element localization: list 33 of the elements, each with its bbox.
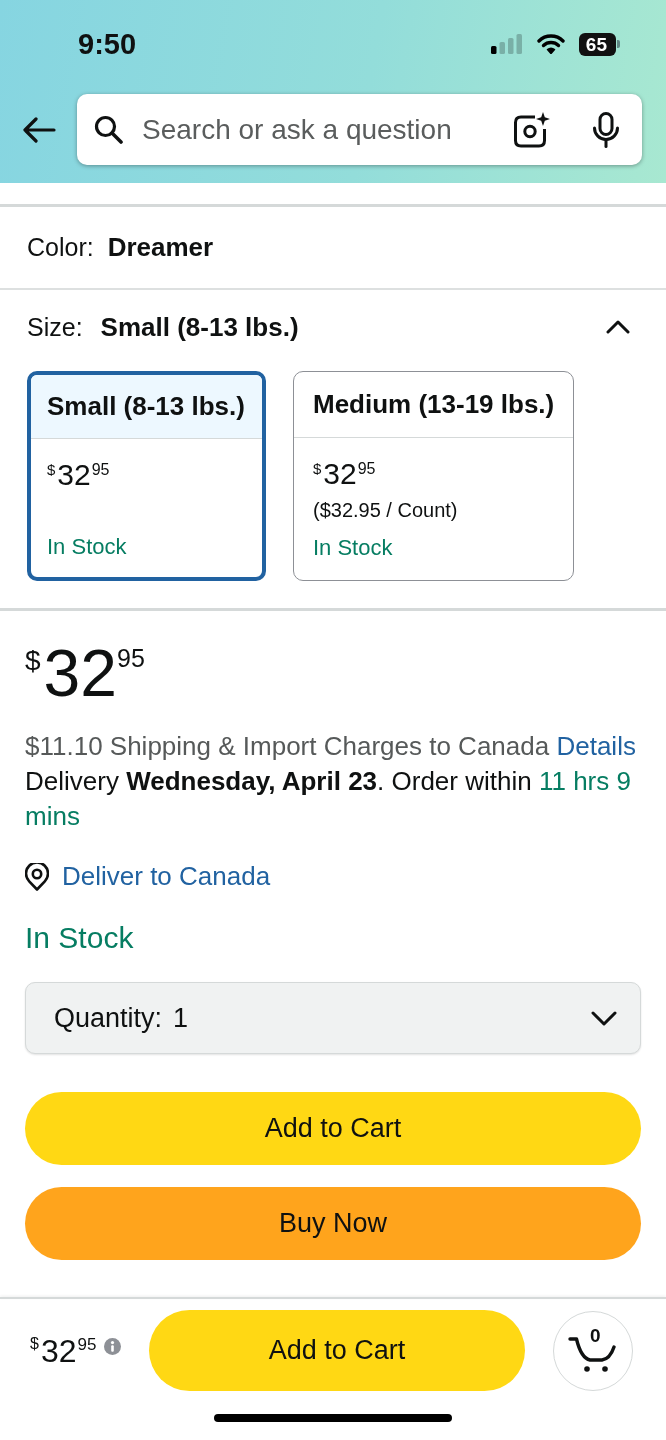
option-label: Size: (27, 312, 83, 342)
shipping-text: $11.10 Shipping & Import Charges to Canada Details (25, 730, 637, 763)
option-label: Color: (27, 233, 94, 262)
size-option-title: Small (8-13 lbs.) (31, 375, 262, 439)
cart-button[interactable]: 0 (553, 1310, 633, 1391)
battery-indicator: 65 (578, 32, 620, 56)
option-value: Dreamer (107, 232, 214, 263)
delivery-text: Delivery Wednesday, April 23. Order within 11 hrs 9 mins (25, 765, 632, 833)
details-link[interactable]: Details (556, 731, 636, 761)
wifi-icon (536, 34, 565, 54)
stock-status: In Stock (25, 920, 135, 956)
size-option-title: Medium (13-19 lbs.) (293, 372, 574, 438)
search-input[interactable]: Search or ask a question (142, 113, 505, 146)
chevron-up-icon[interactable] (606, 320, 630, 334)
camera-icon[interactable] (513, 111, 550, 148)
signal-icon (490, 34, 523, 54)
info-icon[interactable] (104, 1338, 122, 1355)
microphone-icon[interactable] (592, 111, 620, 148)
status-time: 9:50 (78, 27, 137, 61)
chevron-down-icon (591, 1010, 617, 1026)
add-to-cart-button[interactable]: Add to Cart (25, 1092, 641, 1165)
deliver-to-link[interactable]: Deliver to Canada (62, 861, 271, 892)
buy-now-button[interactable]: Buy Now (25, 1187, 641, 1260)
location-pin-icon (25, 862, 49, 891)
option-value: Small (8-13 lbs.) (100, 312, 299, 342)
search-icon (94, 115, 123, 144)
unit-price: ($32.95 / Count) (312, 498, 458, 523)
add-to-cart-button[interactable]: Add to Cart (149, 1310, 525, 1391)
back-arrow-icon[interactable] (22, 116, 56, 143)
quantity-dropdown[interactable]: Quantity: 1 (25, 982, 641, 1054)
search-field[interactable]: Search or ask a question (77, 94, 642, 165)
stock-status: In Stock (312, 535, 393, 561)
stock-status: In Stock (47, 534, 127, 560)
